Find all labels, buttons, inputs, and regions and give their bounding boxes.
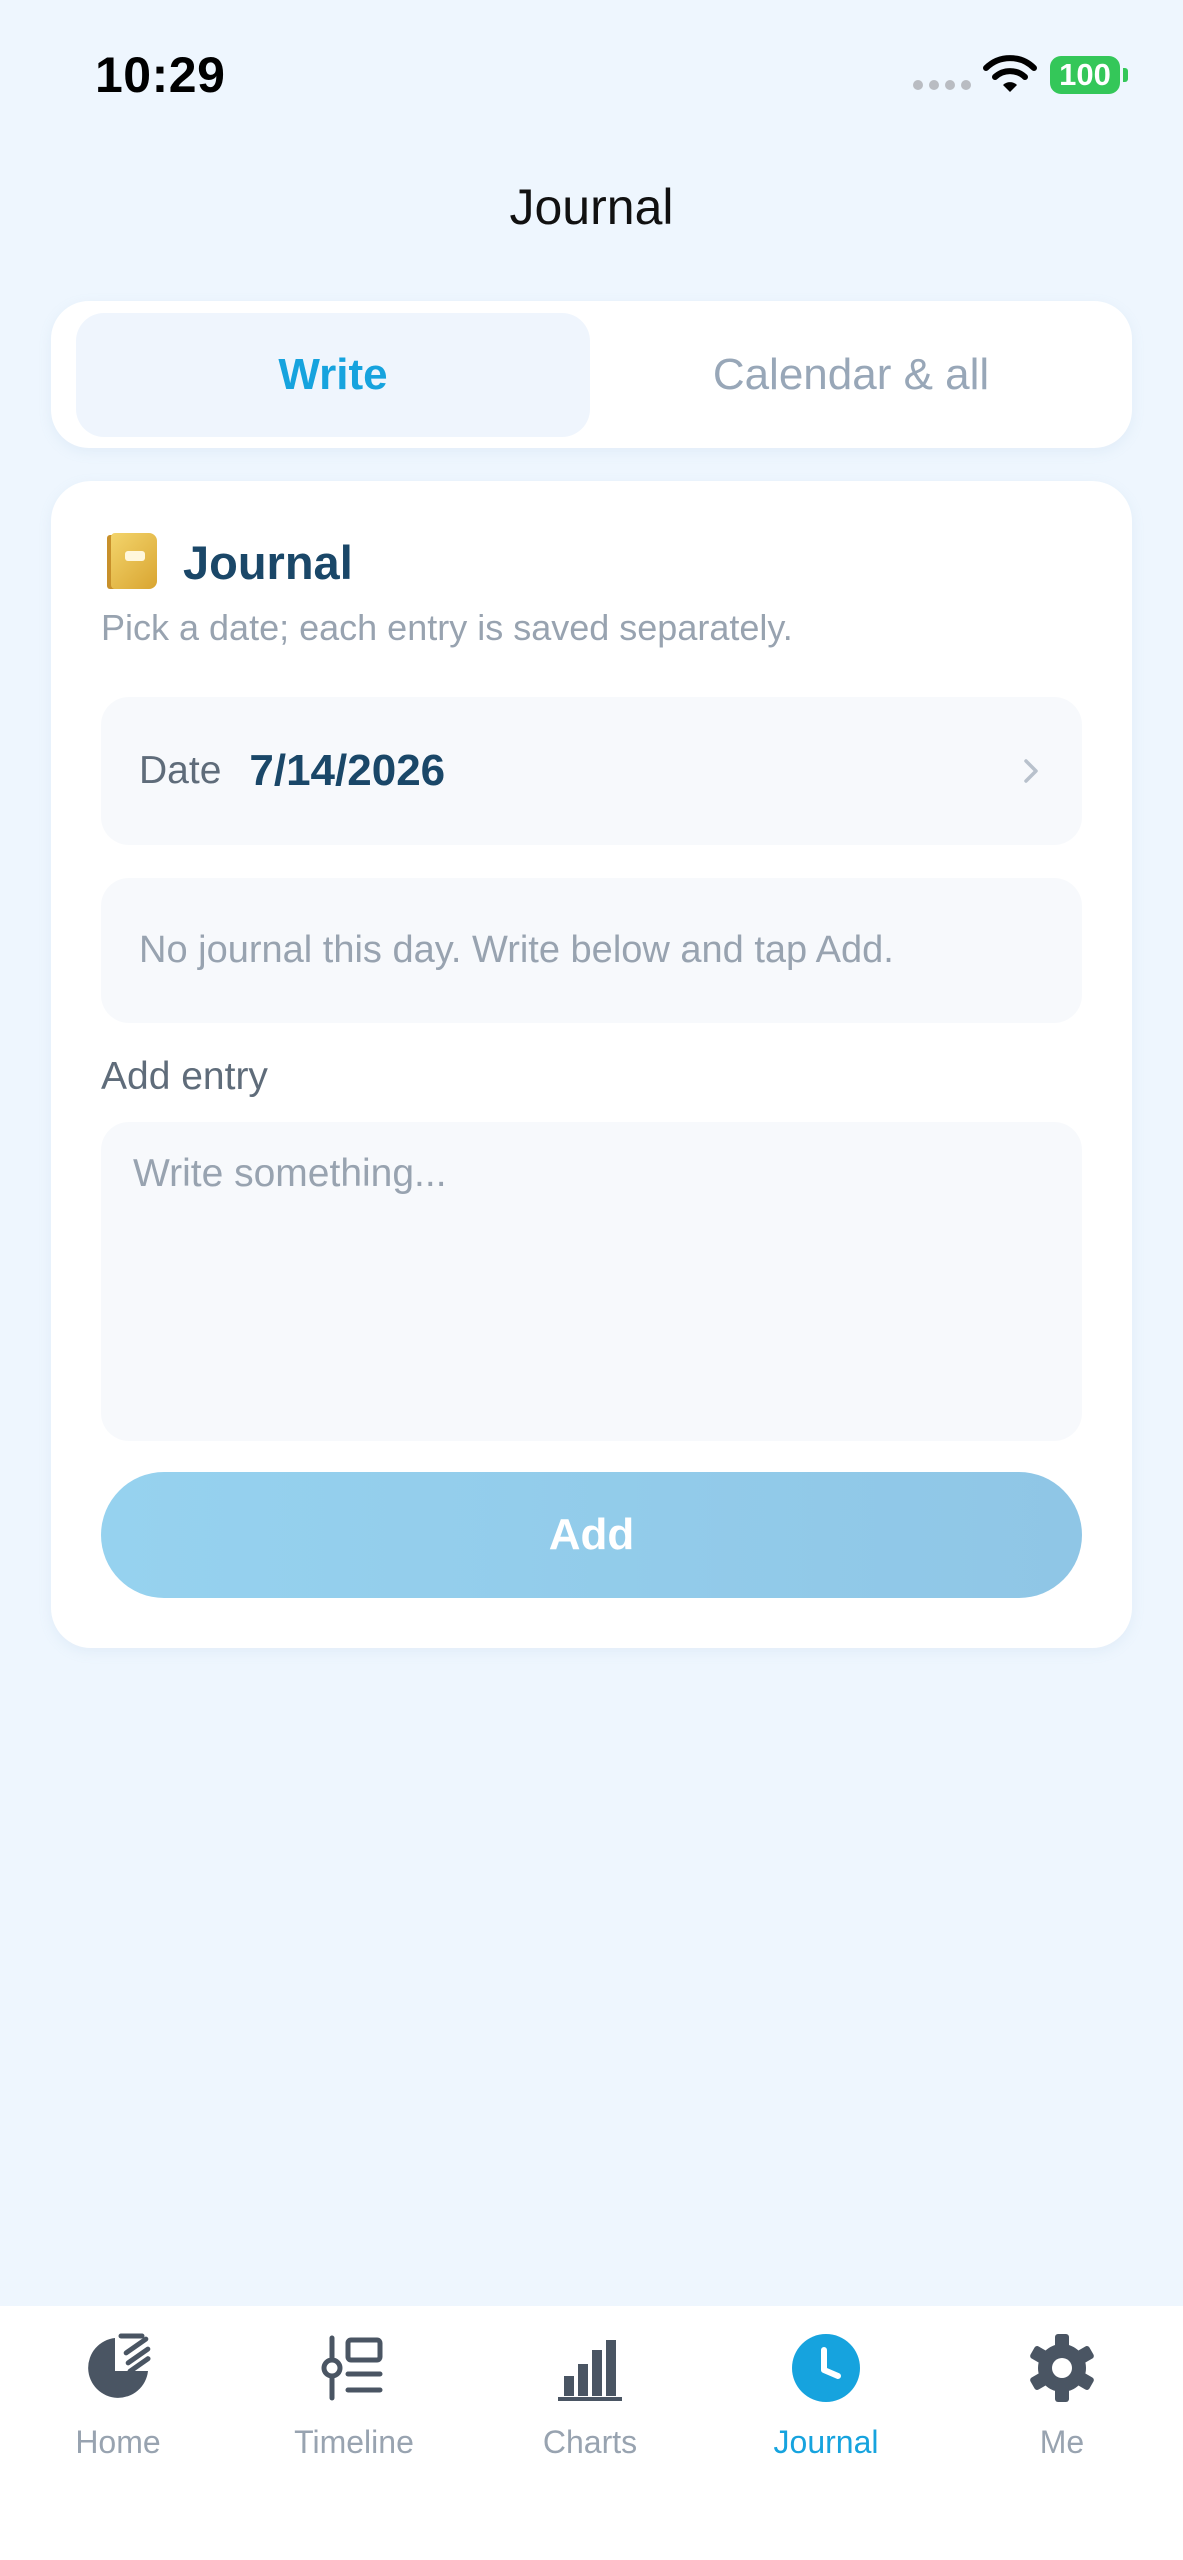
journal-card: Journal Pick a date; each entry is saved… — [51, 481, 1132, 1648]
tab-home[interactable]: Home — [0, 2326, 236, 2466]
date-value: 7/14/2026 — [249, 746, 446, 795]
tab-me[interactable]: Me — [944, 2326, 1180, 2466]
status-time: 10:29 — [95, 47, 226, 103]
status-bar: 10:29 100 — [0, 0, 1183, 150]
wifi-icon — [983, 55, 1037, 92]
tab-calendar-all[interactable]: Calendar & all — [594, 313, 1108, 437]
tab-charts[interactable]: Charts — [472, 2326, 708, 2466]
tab-journal-label: Journal — [773, 2424, 879, 2460]
entry-textarea[interactable] — [101, 1122, 1082, 1441]
tab-charts-label: Charts — [542, 2424, 638, 2460]
home-pie-icon — [88, 2333, 151, 2398]
bar-chart-icon — [558, 2340, 622, 2401]
card-header: Journal — [107, 533, 353, 591]
battery-indicator: 100 — [1050, 56, 1120, 94]
card-title: Journal — [183, 535, 353, 589]
journal-screen: 10:29 100 Journal Write Calendar & all J… — [0, 0, 1183, 2560]
timeline-icon — [321, 2335, 383, 2401]
card-subtitle: Pick a date; each entry is saved separat… — [101, 607, 793, 648]
date-label: Date — [139, 749, 222, 792]
tab-timeline-label: Timeline — [294, 2424, 414, 2460]
battery-cap — [1123, 68, 1128, 82]
tab-timeline[interactable]: Timeline — [236, 2326, 472, 2466]
add-entry-label: Add entry — [101, 1055, 268, 1098]
clock-icon — [792, 2334, 860, 2402]
page-title: Journal — [509, 179, 674, 235]
tab-journal[interactable]: Journal — [708, 2326, 944, 2466]
add-button[interactable]: Add — [101, 1472, 1082, 1598]
segmented-control: Write Calendar & all — [51, 301, 1132, 448]
empty-state-message: No journal this day. Write below and tap… — [101, 878, 1082, 1023]
chevron-right-icon — [1024, 759, 1038, 783]
notebook-icon — [107, 533, 159, 591]
tab-write[interactable]: Write — [76, 313, 590, 437]
gear-icon — [1030, 2334, 1094, 2402]
empty-state-text: No journal this day. Write below and tap… — [139, 929, 894, 971]
tab-me-label: Me — [1039, 2424, 1085, 2460]
cellular-signal-icon — [913, 80, 971, 90]
bottom-tab-bar: Home Timeline Charts Journal Me — [0, 2306, 1183, 2560]
date-picker-row[interactable]: Date 7/14/2026 — [101, 697, 1082, 845]
tab-home-label: Home — [75, 2424, 161, 2460]
